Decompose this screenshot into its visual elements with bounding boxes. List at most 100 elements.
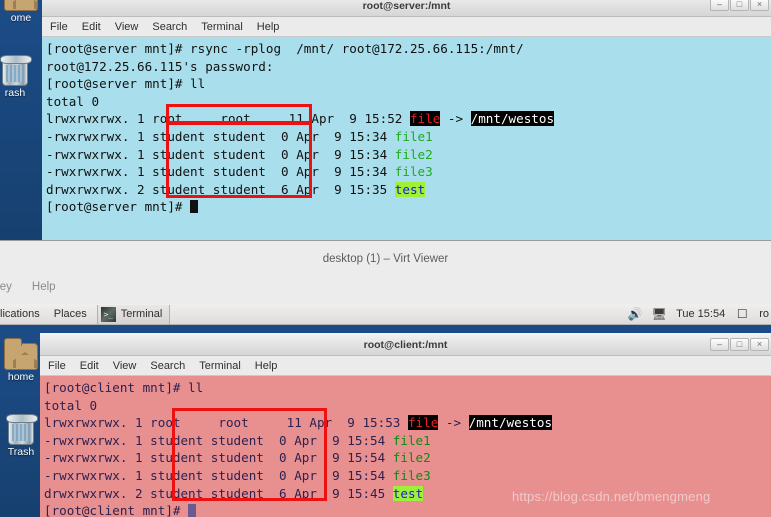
client-terminal-menubar[interactable]: File Edit View Search Terminal Help bbox=[40, 356, 771, 376]
terminal-text: -rwxrwxrwx. 1 student student 0 Apr 9 15… bbox=[44, 432, 393, 448]
terminal-line: [root@client mnt]# bbox=[44, 502, 771, 517]
server-terminal-menubar[interactable]: File Edit View Search Terminal Help bbox=[42, 17, 771, 37]
menu-view[interactable]: View bbox=[113, 360, 137, 372]
menu-help[interactable]: Help bbox=[257, 21, 280, 33]
server-window-buttons[interactable]: – □ × bbox=[710, 0, 769, 11]
panel-left-group[interactable]: lications Places bbox=[0, 308, 87, 320]
menu-search[interactable]: Search bbox=[150, 360, 185, 372]
menu-edit[interactable]: Edit bbox=[82, 21, 101, 33]
trash-icon bbox=[6, 414, 38, 445]
terminal-text: file3 bbox=[394, 164, 433, 180]
terminal-line: lrwxrwxrwx. 1 root root 11 Apr 9 15:53 f… bbox=[44, 414, 771, 432]
home-folder-icon bbox=[4, 338, 38, 370]
taskbar-button-terminal[interactable]: >_ Terminal bbox=[96, 304, 171, 324]
desktop-icon-trash-label: Trash bbox=[7, 446, 35, 458]
menu-view[interactable]: View bbox=[115, 21, 139, 33]
virt-menu-help[interactable]: Help bbox=[32, 281, 56, 293]
terminal-icon: >_ bbox=[100, 306, 116, 322]
desktop-icon-home[interactable]: ome bbox=[0, 0, 42, 24]
taskbar-button-terminal-label: Terminal bbox=[120, 308, 163, 320]
maximize-button[interactable]: □ bbox=[730, 0, 749, 11]
terminal-text: /mnt/westos bbox=[470, 111, 555, 127]
maximize-button[interactable]: □ bbox=[730, 338, 749, 351]
terminal-text: drwxrwxrwx. 2 student student 6 Apr 9 15… bbox=[44, 485, 393, 501]
terminal-text: -rwxrwxrwx. 1 student student 0 Apr 9 15… bbox=[46, 146, 395, 162]
close-button[interactable]: × bbox=[750, 0, 769, 11]
terminal-line: total 0 bbox=[44, 397, 771, 415]
virt-menu-sendkey[interactable]: key bbox=[0, 281, 12, 293]
terminal-line: [root@client mnt]# ll bbox=[44, 379, 771, 397]
terminal-text: total 0 bbox=[46, 93, 100, 109]
client-terminal-titlebar[interactable]: root@client:/mnt – □ × bbox=[40, 333, 771, 356]
terminal-line: root@172.25.66.115's password: bbox=[46, 58, 771, 76]
terminal-line: [root@server mnt]# ll bbox=[46, 75, 771, 93]
desktop-icon-trash[interactable]: rash bbox=[0, 55, 36, 99]
terminal-text: lrwxrwxrwx. 1 root root 11 Apr 9 15:52 bbox=[46, 111, 410, 127]
virt-viewer-window-chrome: desktop (1) – Virt Viewer key Help bbox=[0, 240, 771, 304]
desktop-icon-home-label: home bbox=[7, 371, 35, 383]
desktop-icon-trash[interactable]: Trash bbox=[0, 414, 42, 458]
terminal-text: file2 bbox=[392, 450, 431, 466]
menu-file[interactable]: File bbox=[48, 360, 66, 372]
terminal-line: drwxrwxrwx. 2 student student 6 Apr 9 15… bbox=[46, 181, 771, 199]
watermark-text: https://blog.csdn.net/bmengmeng bbox=[512, 489, 711, 504]
server-terminal-title: root@server:/mnt bbox=[362, 0, 451, 12]
menu-edit[interactable]: Edit bbox=[80, 360, 99, 372]
panel-status-area[interactable]: 🔊 🖥 Tue 15:54 ☐ ro bbox=[628, 307, 771, 321]
terminal-text: -> bbox=[440, 111, 471, 127]
screenshot-root: ome rash root@server:/mnt – □ × File Edi… bbox=[0, 0, 771, 517]
server-terminal-output[interactable]: [root@server mnt]# rsync -rplog /mnt/ ro… bbox=[42, 37, 771, 240]
menu-help[interactable]: Help bbox=[255, 360, 278, 372]
terminal-text: drwxrwxrwx. 2 student student 6 Apr 9 15… bbox=[46, 181, 395, 197]
terminal-text: lrwxrwxrwx. 1 root root 11 Apr 9 15:53 bbox=[44, 415, 408, 431]
server-terminal-titlebar[interactable]: root@server:/mnt – □ × bbox=[42, 0, 771, 17]
terminal-line: [root@server mnt]# bbox=[46, 198, 771, 216]
network-icon[interactable]: 🖥 bbox=[651, 307, 666, 321]
menu-terminal[interactable]: Terminal bbox=[199, 360, 241, 372]
home-folder-icon bbox=[4, 0, 38, 11]
desktop-icon-home-label: ome bbox=[10, 12, 32, 24]
panel-clock[interactable]: Tue 15:54 bbox=[676, 308, 725, 320]
terminal-text: /mnt/westos bbox=[468, 415, 553, 431]
desktop-icon-trash-label: rash bbox=[4, 87, 26, 99]
terminal-text: file1 bbox=[392, 432, 431, 448]
trash-icon bbox=[0, 55, 32, 86]
virt-viewer-title: desktop (1) – Virt Viewer bbox=[322, 253, 449, 265]
terminal-line: -rwxrwxrwx. 1 student student 0 Apr 9 15… bbox=[46, 163, 771, 181]
terminal-text: -rwxrwxrwx. 1 student student 0 Apr 9 15… bbox=[44, 450, 393, 466]
server-terminal-window[interactable]: root@server:/mnt – □ × File Edit View Se… bbox=[42, 0, 771, 240]
desktop-icon-home[interactable]: home bbox=[0, 338, 42, 383]
terminal-cursor bbox=[188, 504, 197, 517]
client-desktop-icon-column: home Trash bbox=[0, 325, 42, 517]
terminal-line: lrwxrwxrwx. 1 root root 11 Apr 9 15:52 f… bbox=[46, 110, 771, 128]
minimize-button[interactable]: – bbox=[710, 338, 729, 351]
terminal-line: -rwxrwxrwx. 1 student student 0 Apr 9 15… bbox=[44, 432, 771, 450]
terminal-text: [root@server mnt]# bbox=[46, 199, 191, 215]
terminal-text: root@172.25.66.115's password: bbox=[46, 58, 274, 74]
panel-user-label[interactable]: ro bbox=[759, 308, 769, 320]
menu-terminal[interactable]: Terminal bbox=[201, 21, 243, 33]
virt-viewer-menubar[interactable]: key Help bbox=[0, 281, 56, 293]
terminal-text: file bbox=[409, 111, 441, 127]
minimize-button[interactable]: – bbox=[710, 0, 729, 11]
terminal-text: [root@server mnt]# rsync -rplog /mnt/ ro… bbox=[46, 41, 524, 56]
terminal-line: total 0 bbox=[46, 93, 771, 111]
terminal-text: file3 bbox=[392, 467, 431, 483]
terminal-text: file bbox=[407, 415, 439, 431]
terminal-text: [root@server mnt]# ll bbox=[46, 76, 206, 92]
panel-applications-menu[interactable]: lications bbox=[0, 308, 40, 320]
menu-file[interactable]: File bbox=[50, 21, 68, 33]
terminal-line: -rwxrwxrwx. 1 student student 0 Apr 9 15… bbox=[46, 146, 771, 164]
menu-search[interactable]: Search bbox=[152, 21, 187, 33]
terminal-text: total 0 bbox=[44, 397, 98, 413]
panel-places-menu[interactable]: Places bbox=[54, 308, 87, 320]
terminal-line: -rwxrwxrwx. 1 student student 0 Apr 9 15… bbox=[44, 467, 771, 485]
terminal-text: [root@client mnt]# ll bbox=[44, 380, 204, 395]
close-button[interactable]: × bbox=[750, 338, 769, 351]
volume-icon[interactable]: 🔊 bbox=[628, 307, 643, 321]
client-window-buttons[interactable]: – □ × bbox=[710, 338, 769, 351]
gnome-top-panel[interactable]: lications Places >_ Terminal 🔊 🖥 Tue 15:… bbox=[0, 304, 771, 325]
terminal-text: file2 bbox=[394, 146, 433, 162]
user-icon[interactable]: ☐ bbox=[735, 307, 749, 321]
server-desktop-icon-column: ome rash bbox=[0, 0, 42, 240]
